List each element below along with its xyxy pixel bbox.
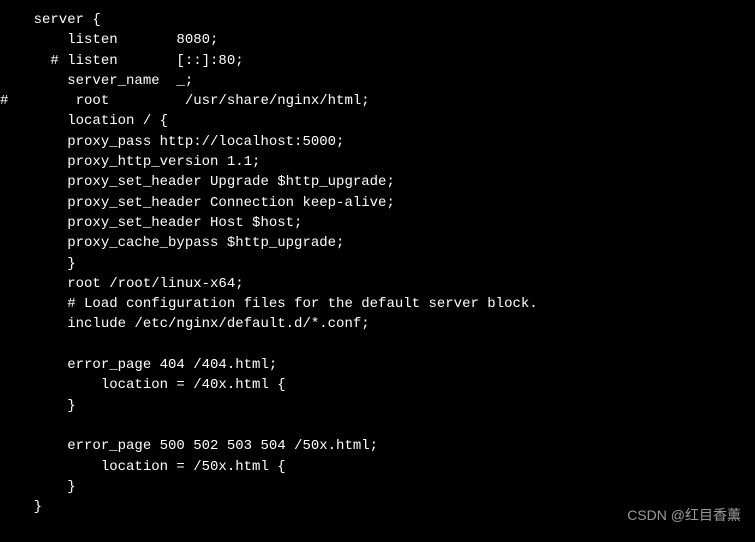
nginx-config-code: server { listen 8080; # listen [::]:80; … [0, 12, 538, 515]
code-block: server { listen 8080; # listen [::]:80; … [0, 10, 755, 517]
